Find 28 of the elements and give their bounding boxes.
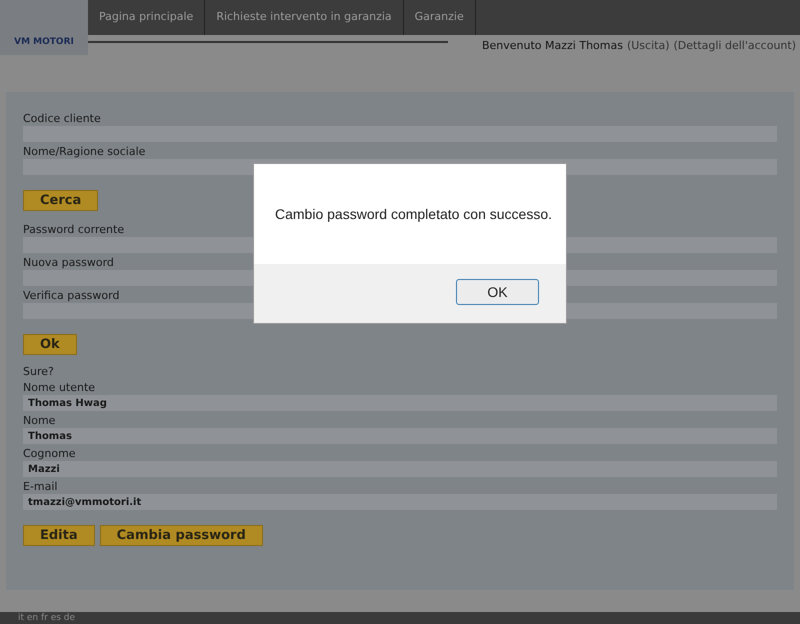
ok-button[interactable]: OK: [456, 279, 539, 305]
field-label: Verifica password: [23, 289, 120, 303]
language-links[interactable]: it en fr es de: [18, 613, 76, 623]
input-field[interactable]: Mazzi: [23, 461, 777, 477]
field-label: Codice cliente: [23, 112, 101, 126]
field-label: Nuova password: [23, 256, 114, 270]
form-button[interactable]: Cerca: [23, 190, 98, 211]
nav-link[interactable]: Pagina principale: [88, 0, 206, 35]
field-label: Password corrente: [23, 223, 124, 237]
input-field[interactable]: Thomas: [23, 428, 777, 444]
field-label: Nome/Ragione sociale: [23, 145, 146, 159]
account-link[interactable]: (Dettagli dell'account): [674, 38, 796, 54]
input-field[interactable]: tmazzi@vmmotori.it: [23, 494, 777, 510]
nav-link[interactable]: Richieste intervento in garanzia: [205, 0, 404, 35]
logo: VM MOTORI: [0, 0, 88, 55]
dialog-message: Cambio password completato con successo.: [275, 204, 552, 224]
form-button[interactable]: Edita: [23, 525, 95, 546]
form-button[interactable]: Ok: [23, 334, 77, 355]
field-label: Cognome: [23, 447, 76, 461]
account-link[interactable]: (Uscita): [626, 38, 670, 54]
field-label: E-mail: [23, 480, 58, 494]
nav-link[interactable]: Garanzie: [404, 0, 476, 35]
welcome-text: Benvenuto Mazzi Thomas: [482, 38, 623, 54]
input-field[interactable]: Thomas Hwag: [23, 395, 777, 411]
field-label: Nome utente: [23, 381, 96, 395]
confirm-text: Sure?: [23, 365, 54, 379]
form-button[interactable]: Cambia password: [100, 525, 263, 546]
field-label: Nome: [23, 414, 56, 428]
